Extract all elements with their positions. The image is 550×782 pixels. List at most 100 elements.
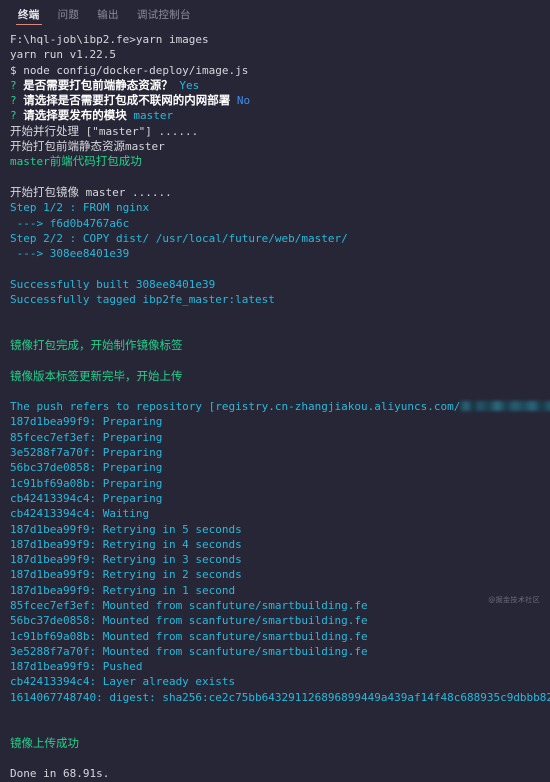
watermark: @掘金技术社区 <box>488 596 540 604</box>
terminal-text: Yes <box>172 78 200 92</box>
terminal-text: 1614067748740: digest: sha256:ce2c75bb64… <box>10 690 550 704</box>
terminal-text: master <box>125 140 165 154</box>
terminal-text: cb42413394c4: Preparing <box>10 491 163 505</box>
panel-tab[interactable]: 调试控制台 <box>128 10 200 26</box>
terminal-line: 85fcec7ef3ef: Preparing <box>10 430 550 445</box>
terminal-line: cb42413394c4: Layer already exists <box>10 674 550 689</box>
terminal-text: 85fcec7ef3ef: Mounted from scanfuture/sm… <box>10 598 368 612</box>
terminal-line: 1614067748740: digest: sha256:ce2c75bb64… <box>10 690 550 705</box>
terminal-text: 是否需要打包前端静态资源？ <box>23 77 173 92</box>
terminal-line: yarn run v1.22.5 <box>10 47 550 62</box>
terminal-line: 56bc37de0858: Preparing <box>10 460 550 475</box>
terminal-text: Successfully tagged ibp2fe_master:latest <box>10 293 275 307</box>
terminal-line: 187d1bea99f9: Retrying in 2 seconds <box>10 567 550 582</box>
terminal-text: 187d1bea99f9: Preparing <box>10 415 163 429</box>
terminal-line: Done in 68.91s. <box>10 766 550 781</box>
terminal-line: Successfully built 308ee8401e39 <box>10 277 550 292</box>
terminal-line: 56bc37de0858: Mounted from scanfuture/sm… <box>10 613 550 628</box>
panel-tab-bar: 终端 问题 输出 调试控制台 <box>0 0 550 26</box>
terminal-line: $ node config/docker-deploy/image.js <box>10 63 550 78</box>
panel-tab[interactable]: 终端 <box>9 10 49 26</box>
terminal-text: $ node config/docker-deploy/image.js <box>10 63 249 77</box>
terminal-line: 187d1bea99f9: Retrying in 3 seconds <box>10 552 550 567</box>
terminal-line: cb42413394c4: Preparing <box>10 491 550 506</box>
terminal-text: ["master"] ...... <box>79 124 199 138</box>
terminal-text: master ...... <box>79 185 172 199</box>
terminal-text: master <box>126 109 174 123</box>
terminal-text: master <box>10 155 50 169</box>
terminal-line: master前端代码打包成功 <box>10 154 550 169</box>
terminal-line: 镜像上传成功 <box>10 736 550 751</box>
terminal-text: 187d1bea99f9: Retrying in 1 second <box>10 583 236 597</box>
terminal-text: 镜像上传成功 <box>10 735 79 750</box>
terminal-line: 开始打包镜像 master ...... <box>10 185 550 200</box>
redacted-registry-path <box>460 401 550 412</box>
terminal-text: 开始并行处理 <box>10 123 79 138</box>
panel-tab[interactable]: 输出 <box>88 10 128 26</box>
terminal-text: F:\hql-job\ibp2.fe>yarn images <box>10 33 209 46</box>
terminal-text: 开始打包镜像 <box>10 184 79 199</box>
terminal-text: Step 2/2 : COPY dist/ /usr/local/future/… <box>10 231 348 245</box>
terminal-text: 开始打包前端静态资源 <box>10 139 125 154</box>
terminal-line: 镜像版本标签更新完毕，开始上传 <box>10 369 550 384</box>
terminal-output[interactable]: F:\hql-job\ibp2.fe>yarn images yarn run v… <box>0 26 550 782</box>
terminal-text: 3e5288f7a70f: Mounted from scanfuture/sm… <box>10 644 368 658</box>
terminal-text: Successfully built 308ee8401e39 <box>10 277 216 291</box>
terminal-line: Step 1/2 : FROM nginx <box>10 200 550 215</box>
terminal-text: 187d1bea99f9: Pushed <box>10 660 143 674</box>
terminal-line: cb42413394c4: Waiting <box>10 506 550 521</box>
terminal-text: cb42413394c4: Layer already exists <box>10 675 236 689</box>
terminal-line: 187d1bea99f9: Preparing <box>10 414 550 429</box>
terminal-text: 请选择是否需要打包成不联网的内网部署 <box>23 93 231 108</box>
terminal-line: The push refers to repository [registry.… <box>10 399 550 414</box>
terminal-text: Done in 68.91s. <box>10 767 110 781</box>
terminal-line: 187d1bea99f9: Retrying in 1 second <box>10 583 550 598</box>
terminal-text: 1c91bf69a08b: Preparing <box>10 476 163 490</box>
terminal-text: 187d1bea99f9: Retrying in 5 seconds <box>10 522 242 536</box>
terminal-line: 1c91bf69a08b: Preparing <box>10 476 550 491</box>
terminal-line: 187d1bea99f9: Retrying in 5 seconds <box>10 522 550 537</box>
terminal-panel: 终端 问题 输出 调试控制台 F:\hql-job\ibp2.fe>yarn imag… <box>0 0 550 780</box>
terminal-line: ---> f6d0b4767a6c <box>10 216 550 231</box>
terminal-text: cb42413394c4: Waiting <box>10 507 150 521</box>
terminal-text: The push refers to repository [registry.… <box>10 400 461 414</box>
terminal-text: ? <box>10 109 24 123</box>
terminal-line: 镜像打包完成，开始制作镜像标签 <box>10 338 550 353</box>
terminal-text: Step 1/2 : FROM nginx <box>10 201 150 215</box>
panel-tab-label: 问题 <box>57 9 80 21</box>
terminal-line: Successfully tagged ibp2fe_master:latest <box>10 292 550 307</box>
terminal-text: 前端代码打包成功 <box>49 154 142 169</box>
terminal-text: No <box>230 94 251 108</box>
terminal-text: yarn run v1.22.5 <box>10 48 116 62</box>
terminal-text: 187d1bea99f9: Retrying in 3 seconds <box>10 553 242 567</box>
terminal-line: 3e5288f7a70f: Preparing <box>10 445 550 460</box>
terminal-line: 3e5288f7a70f: Mounted from scanfuture/sm… <box>10 644 550 659</box>
terminal-text: 56bc37de0858: Preparing <box>10 461 163 475</box>
terminal-line: ? 是否需要打包前端静态资源？ Yes <box>10 78 550 93</box>
terminal-text: 187d1bea99f9: Retrying in 4 seconds <box>10 537 242 551</box>
panel-tab-label: 调试控制台 <box>136 9 191 21</box>
terminal-text: 85fcec7ef3ef: Preparing <box>10 430 163 444</box>
terminal-text: ---> f6d0b4767a6c <box>10 216 130 230</box>
panel-tab[interactable]: 问题 <box>49 10 89 26</box>
terminal-text: 1c91bf69a08b: Mounted from scanfuture/sm… <box>10 629 368 643</box>
terminal-line: 187d1bea99f9: Retrying in 4 seconds <box>10 537 550 552</box>
terminal-line: 开始打包前端静态资源master <box>10 139 550 154</box>
terminal-line: 187d1bea99f9: Pushed <box>10 659 550 674</box>
terminal-line: ? 请选择要发布的模块 master <box>10 108 550 123</box>
terminal-line: 开始并行处理 ["master"] ...... <box>10 124 550 139</box>
terminal-line: ---> 308ee8401e39 <box>10 246 550 261</box>
terminal-text: 镜像打包完成，开始制作镜像标签 <box>10 337 183 352</box>
terminal-line: 85fcec7ef3ef: Mounted from scanfuture/sm… <box>10 598 550 613</box>
terminal-text: ---> 308ee8401e39 <box>10 247 130 261</box>
panel-tab-label: 终端 <box>18 9 40 21</box>
terminal-text: 请选择要发布的模块 <box>23 108 127 123</box>
terminal-line: ? 请选择是否需要打包成不联网的内网部署 No <box>10 93 550 108</box>
